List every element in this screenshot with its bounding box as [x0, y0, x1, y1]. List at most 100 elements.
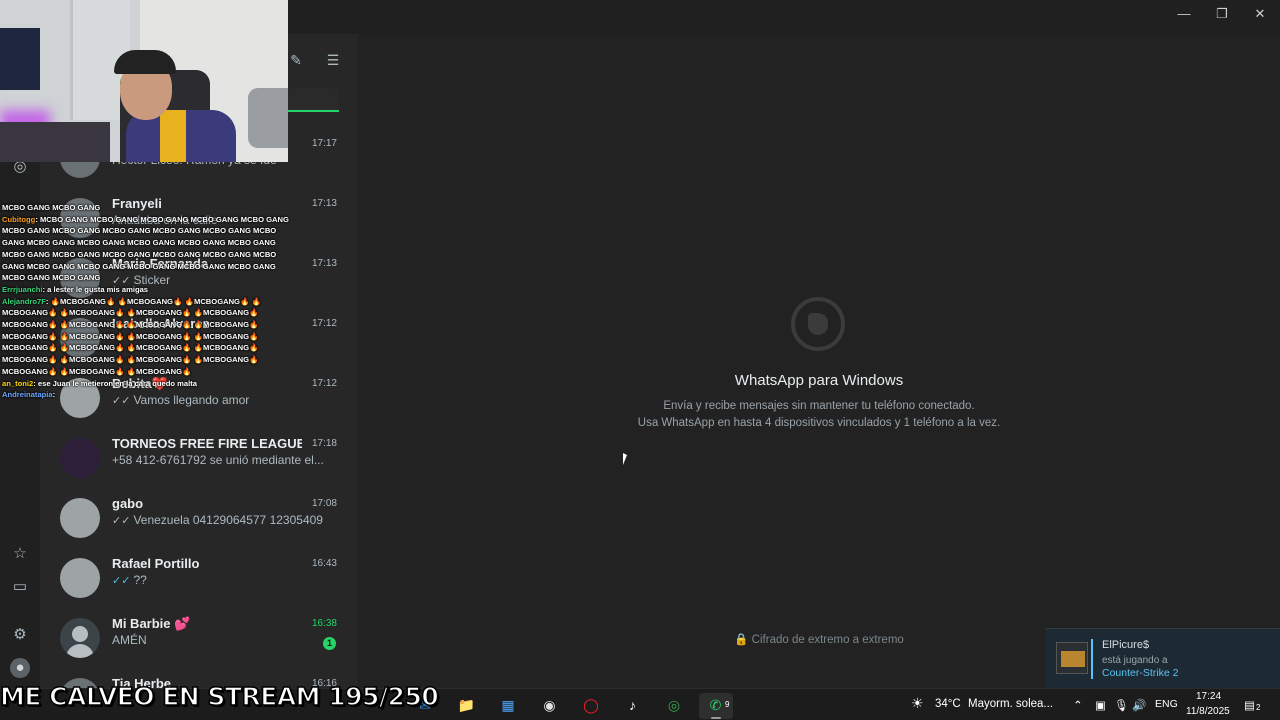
- chat-row[interactable]: TORNEOS FREE FIRE LEAGUE VE... 17:18 +58 4…: [40, 429, 358, 489]
- weather-icon[interactable]: ☀: [911, 695, 924, 712]
- welcome-title: WhatsApp para Windows: [734, 372, 904, 389]
- tiktok-icon-glyph: ♪: [629, 697, 636, 713]
- stream-chat-message: Andreinatapia:: [2, 390, 55, 399]
- chat-avatar: [60, 558, 100, 598]
- profile-avatar[interactable]: ●: [10, 658, 30, 678]
- welcome-panel: WhatsApp para Windows Envía y recibe men…: [358, 34, 1280, 688]
- chat-preview-text: +58 412-6761792 se unió mediante el...: [112, 453, 324, 467]
- filter-icon[interactable]: ☰: [322, 52, 344, 74]
- chat-time: 17:13: [311, 258, 337, 269]
- chat-avatar: [60, 438, 100, 478]
- stream-chat-message: an_toni2: ese Juan le metieron en la car…: [2, 379, 197, 388]
- meet-icon[interactable]: ▣: [1095, 698, 1106, 712]
- stream-chat-text: MCBOGANG🔥 🔥MCBOGANG🔥 🔥MCBOGANG🔥 🔥MCBOGAN…: [2, 320, 259, 329]
- chat-name: gabo: [112, 496, 144, 511]
- stream-chat-text: MCBO GANG MCBO GANG MCBO GANG MCBO GANG …: [2, 249, 277, 259]
- chat-time: 16:38: [311, 618, 337, 629]
- star-icon[interactable]: ☆: [10, 544, 30, 564]
- whatsapp-icon-glyph: ✆: [709, 697, 722, 713]
- chat-time: 17:12: [311, 318, 337, 329]
- chat-time: 16:43: [311, 558, 337, 569]
- stream-chat-message: Cubitogg: MCBO GANG MCBO GANG MCBO GANG …: [2, 215, 289, 224]
- chat-name: Rafael Portillo: [112, 556, 200, 571]
- stream-chat-text: MCBO GANG MCBO GANG: [2, 273, 101, 283]
- notification-count: 2: [1256, 703, 1261, 712]
- archive-icon[interactable]: ▭: [10, 577, 30, 597]
- stream-goal-counter: ME CALVEO EN STREAM 195/250: [0, 681, 440, 712]
- steam-notification[interactable]: ElPicure$ está jugando a Counter-Strike …: [1046, 628, 1280, 688]
- close-button[interactable]: ✕: [1241, 0, 1279, 28]
- clock-time[interactable]: 17:24: [1196, 691, 1221, 702]
- chrome-icon[interactable]: ◎: [657, 693, 691, 719]
- stream-chat-message: MCBOGANG🔥 🔥MCBOGANG🔥 🔥MCBOGANG🔥 🔥MCBOGAN…: [2, 308, 258, 317]
- chat-preview: +58 412-6761792 se unió mediante el...: [112, 453, 332, 467]
- clock-date[interactable]: 11/8/2025: [1186, 706, 1230, 717]
- stream-chat-text: MCBOGANG🔥 🔥MCBOGANG🔥 🔥MCBOGANG🔥: [2, 366, 192, 376]
- chat-name: Mi Barbie 💕: [112, 616, 191, 631]
- weather-text[interactable]: Mayorm. solea...: [968, 698, 1053, 710]
- whatsapp-icon[interactable]: ✆ 9: [698, 693, 733, 719]
- file-explorer-icon[interactable]: 📁: [450, 693, 484, 719]
- stream-chat-message: MCBOGANG🔥 🔥MCBOGANG🔥 🔥MCBOGANG🔥 🔥MCBOGAN…: [2, 320, 258, 329]
- mouse-cursor: [623, 453, 627, 465]
- store-icon[interactable]: ▦: [491, 693, 525, 719]
- stream-chat-text: MCBO GANG MCBO GANG MCBO GANG MCBO GANG …: [2, 226, 277, 236]
- taskbar-badge: 9: [725, 700, 730, 709]
- microphone-icon[interactable]: 🎙: [1114, 698, 1129, 712]
- stream-chat-text: : MCBO GANG MCBO GANG MCBO GANG MCBO GAN…: [35, 214, 289, 224]
- opera-icon[interactable]: ◯: [574, 693, 608, 719]
- chrome-icon-glyph: ◎: [667, 697, 681, 713]
- chat-name: TORNEOS FREE FIRE LEAGUE VE...: [112, 436, 302, 451]
- chat-avatar: [60, 498, 100, 538]
- volume-icon[interactable]: 🔊: [1132, 698, 1146, 712]
- stream-chat-message: MCBO GANG MCBO GANG MCBO GANG MCBO GANG …: [2, 250, 276, 259]
- stream-chat-message: MCBOGANG🔥 🔥MCBOGANG🔥 🔥MCBOGANG🔥 🔥MCBOGAN…: [2, 332, 258, 341]
- chat-row[interactable]: Mi Barbie 💕 16:38 AMÉN 1: [40, 609, 358, 669]
- chat-time: 17:17: [311, 138, 337, 149]
- friend-game: Counter-Strike 2: [1102, 667, 1179, 679]
- friend-avatar: [1056, 642, 1088, 674]
- restore-button[interactable]: ❐: [1203, 0, 1241, 28]
- stream-chat-nick: Alejandro7F: [2, 296, 46, 306]
- stream-chat-nick: an_toni2: [2, 378, 34, 388]
- stream-chat-overlay: MCBO GANG MCBO GANG Cubitogg: MCBO GANG M…: [0, 200, 290, 415]
- chat-time: 17:18: [311, 438, 337, 449]
- minimize-button[interactable]: —: [1165, 0, 1203, 28]
- friend-status: está jugando a: [1102, 655, 1168, 666]
- gear-icon[interactable]: ⚙: [10, 625, 30, 645]
- obs-icon[interactable]: ◉: [533, 693, 567, 719]
- chat-row[interactable]: Rafael Portillo 16:43 ✓✓??: [40, 549, 358, 609]
- chevron-up-icon[interactable]: ⌃: [1073, 698, 1083, 712]
- stream-chat-nick: Andreinatapia: [2, 390, 53, 400]
- chat-time: 17:12: [311, 378, 337, 389]
- opera-icon-glyph: ◯: [583, 697, 599, 713]
- streamer-webcam: [0, 0, 288, 162]
- file-explorer-icon-glyph: 📁: [457, 697, 476, 713]
- chat-time: 17:08: [311, 498, 337, 509]
- stream-chat-message: GANG MCBO GANG MCBO GANG MCBO GANG MCBO …: [2, 262, 276, 271]
- stream-chat-nick: Cubitogg: [2, 214, 36, 224]
- read-receipt-icon: ✓✓: [112, 575, 131, 587]
- language-indicator[interactable]: ENG: [1155, 698, 1178, 710]
- stream-chat-text: MCBOGANG🔥 🔥MCBOGANG🔥 🔥MCBOGANG🔥 🔥MCBOGAN…: [2, 343, 259, 353]
- stream-chat-message: MCBOGANG🔥 🔥MCBOGANG🔥 🔥MCBOGANG🔥 🔥MCBOGAN…: [2, 343, 258, 352]
- weather-temp[interactable]: 34°C: [935, 698, 961, 710]
- obs-icon-glyph: ◉: [543, 697, 556, 713]
- stream-chat-text: GANG MCBO GANG MCBO GANG MCBO GANG MCBO …: [2, 238, 276, 248]
- chat-row[interactable]: gabo 17:08 ✓✓ Venezuela 04129064577 1230540…: [40, 489, 358, 549]
- chat-preview-text: AMÉN: [112, 633, 147, 647]
- stream-chat-text: MCBOGANG🔥 🔥MCBOGANG🔥 🔥MCBOGANG🔥 🔥MCBOGAN…: [2, 331, 259, 341]
- store-icon-glyph: ▦: [501, 697, 515, 713]
- stream-chat-text: MCBOGANG🔥 🔥MCBOGANG🔥 🔥MCBOGANG🔥 🔥MCBOGAN…: [2, 308, 259, 318]
- stream-chat-message: GANG MCBO GANG MCBO GANG MCBO GANG MCBO …: [2, 238, 276, 247]
- search-input[interactable]: [286, 88, 339, 112]
- stream-chat-nick: Errrjuanchi: [2, 284, 43, 294]
- tiktok-icon[interactable]: ♪: [616, 693, 650, 719]
- notification-icon[interactable]: ▤: [1244, 698, 1255, 712]
- stream-chat-message: MCBO GANG MCBO GANG MCBO GANG MCBO GANG …: [2, 226, 276, 235]
- chat-preview-text: Venezuela 04129064577 12305409: [133, 513, 323, 527]
- stream-chat-text: :: [52, 390, 56, 400]
- stream-chat-message: MCBOGANG🔥 🔥MCBOGANG🔥 🔥MCBOGANG🔥: [2, 367, 191, 376]
- unread-badge: 1: [323, 637, 336, 650]
- compose-icon[interactable]: ✎: [285, 52, 307, 74]
